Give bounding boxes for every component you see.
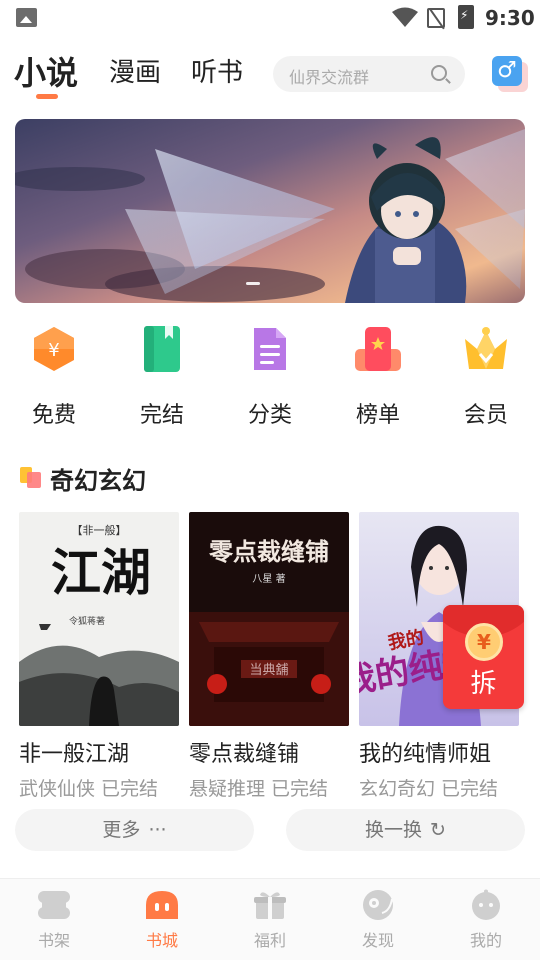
tab-comic[interactable]: 漫画 [109,52,161,89]
category-vip[interactable]: 会员 [446,323,526,429]
more-button[interactable]: 更多 ··· [15,809,254,851]
tab-audiobook[interactable]: 听书 [191,52,243,89]
nav-bookstore[interactable]: 书城 [122,885,202,951]
book-meta: 玄幻奇幻 已完结 [359,778,499,800]
category-free[interactable]: ¥ 免费 [14,323,94,429]
nav-label: 书架 [37,931,70,950]
book-card[interactable]: 当典舖 零点裁缝铺 八星 著 零点裁缝铺 悬疑推理 已完结 [189,512,351,801]
document-icon [245,323,295,375]
category-genres[interactable]: 分类 [230,323,310,429]
category-label: 免费 [31,403,76,428]
book-title: 零点裁缝铺 [189,742,300,767]
red-envelope-label: 拆 [470,669,497,699]
red-envelope-button[interactable]: ¥ 拆 [443,605,524,709]
green-book-icon [137,323,187,375]
section-marker-accent [27,472,41,488]
battery-charging-icon [458,5,474,29]
cover-author: 令狐蒋著 [69,615,105,627]
nav-label: 书城 [145,931,178,950]
search-icon [431,65,447,81]
book-meta: 武侠仙侠 已完结 [19,778,159,800]
book-cover: 当典舖 零点裁缝铺 八星 著 [189,512,349,726]
nav-bookshelf[interactable]: 书架 [14,885,94,951]
nav-benefits[interactable]: 福利 [230,885,310,951]
book-title: 我的纯情师姐 [359,742,492,767]
coin-icon: ¥ [465,623,503,661]
book-title: 非一般江湖 [19,742,130,767]
search-bar[interactable]: 仙界交流群 [273,56,465,92]
gender-switch-button[interactable]: ♂ [492,56,522,86]
male-icon: ♂ [497,58,517,83]
category-label: 分类 [247,403,292,428]
section-title: 奇幻玄幻 [50,467,146,495]
nav-label: 我的 [469,931,502,950]
cover-title: 零点裁缝铺 [208,537,329,566]
gift-icon [252,889,288,921]
refresh-button[interactable]: 换一换 ↻ [286,809,525,851]
promo-banner[interactable] [15,119,525,303]
cover-sign: 当典舖 [249,662,288,678]
ellipsis-icon: ··· [148,819,167,841]
bookstore-icon [144,889,180,921]
status-bar: 9:30 [0,0,540,36]
cover-title: 江湖 [51,543,151,602]
profile-icon [468,889,504,921]
bookshelf-icon [36,889,72,921]
crown-icon [461,323,511,375]
refresh-label: 换一换 [365,819,423,841]
ranking-badge-icon [353,323,403,375]
refresh-icon: ↻ [430,819,446,841]
image-notification-icon [16,8,37,27]
coin-hexagon-icon: ¥ [29,323,79,375]
svg-text:¥: ¥ [48,340,59,361]
book-meta: 悬疑推理 已完结 [189,778,329,800]
book-card[interactable]: 【非一般】 江湖 令狐蒋著 非一般江湖 武侠仙侠 已完结 [19,512,181,801]
active-tab-indicator [36,94,58,99]
nav-discover[interactable]: 发现 [338,885,418,951]
more-label: 更多 [102,819,141,841]
category-label: 会员 [463,403,508,428]
banner-illustration [15,119,525,303]
tab-novel[interactable]: 小说 [14,48,78,94]
discover-icon [360,889,396,921]
category-label: 榜单 [355,403,400,428]
category-ranking[interactable]: 榜单 [338,323,418,429]
top-nav: 小说 漫画 听书 仙界交流群 ♂ [0,44,540,104]
nav-label: 福利 [253,931,286,950]
banner-page-indicator [246,282,260,285]
cover-tag: 【非一般】 [72,524,127,537]
book-cover: 【非一般】 江湖 令狐蒋著 [19,512,179,726]
wifi-icon [392,7,418,27]
nav-profile[interactable]: 我的 [446,885,526,951]
cover-author: 八星 著 [252,572,285,585]
category-completed[interactable]: 完结 [122,323,202,429]
category-label: 完结 [139,403,184,428]
search-placeholder: 仙界交流群 [289,68,370,87]
no-sim-icon [427,8,445,28]
bottom-nav: 书架 书城 福利 发现 我的 [0,878,540,960]
status-time: 9:30 [485,6,535,30]
nav-label: 发现 [361,931,394,950]
